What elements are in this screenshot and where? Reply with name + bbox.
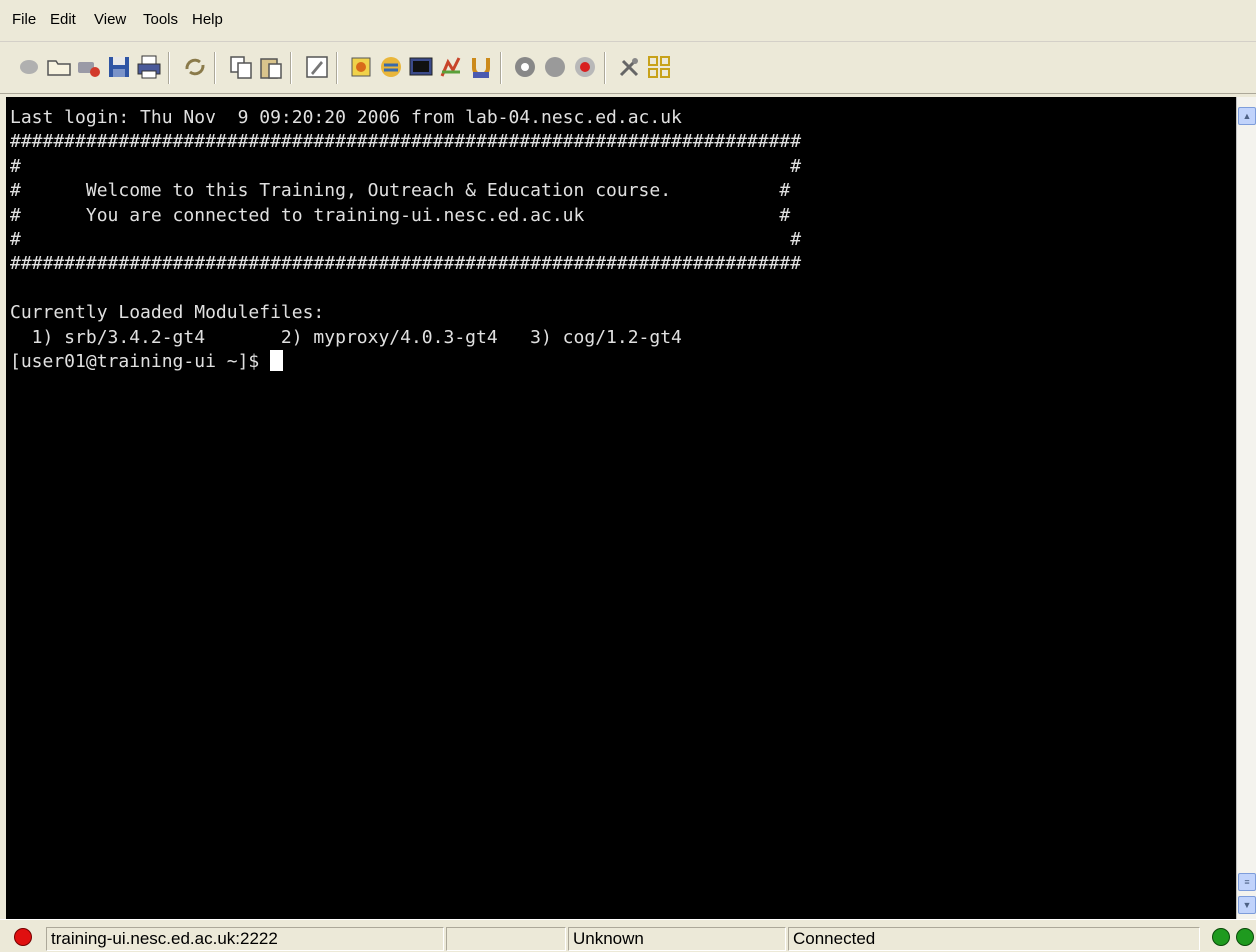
terminal-line: Last login: Thu Nov 9 09:20:20 2006 from…	[10, 107, 682, 128]
menu-help[interactable]: Help	[190, 10, 225, 30]
menu-tools[interactable]: Tools	[141, 10, 180, 30]
network-icon[interactable]	[644, 52, 674, 82]
save-icon[interactable]	[104, 52, 134, 82]
activity-led-icon	[1212, 928, 1230, 946]
connection-status-icon	[14, 928, 32, 946]
terminal-line: Currently Loaded Modulefiles:	[10, 302, 325, 324]
toolbar-separator	[336, 52, 338, 84]
file-transfer-icon[interactable]	[376, 52, 406, 82]
new-terminal-icon[interactable]	[406, 52, 436, 82]
terminal-line: 1) srb/3.4.2-gt4 2) myproxy/4.0.3-gt4 3)…	[10, 326, 682, 348]
copy-icon[interactable]	[226, 52, 256, 82]
toolbar-separator	[290, 52, 292, 84]
tools-icon[interactable]	[614, 52, 644, 82]
record-icon[interactable]	[510, 52, 540, 82]
toolbar-separator	[214, 52, 216, 84]
status-empty-panel	[446, 927, 566, 951]
profiles-icon[interactable]	[44, 52, 74, 82]
quick-connect-icon[interactable]	[14, 52, 44, 82]
terminal-output[interactable]: Last login: Thu Nov 9 09:20:20 2006 from…	[6, 97, 1236, 919]
scroll-thumb[interactable]: ≡	[1238, 873, 1256, 891]
terminal-line: ########################################…	[10, 253, 802, 275]
menu-edit[interactable]: Edit	[48, 10, 78, 30]
menu-file[interactable]: File	[10, 10, 38, 30]
status-connection-state: Connected	[788, 927, 1200, 951]
reconnect-icon[interactable]	[180, 52, 210, 82]
paste-icon[interactable]	[256, 52, 286, 82]
scroll-up-button[interactable]: ▲	[1238, 107, 1256, 125]
toolbar-separator	[604, 52, 606, 84]
scroll-down-button[interactable]: ▼	[1238, 896, 1256, 914]
help-icon[interactable]	[466, 52, 496, 82]
status-host: training-ui.nesc.ed.ac.uk:2222	[46, 927, 444, 951]
prompt-line[interactable]: [user01@training-ui ~]$	[10, 349, 1236, 374]
toolbar-separator	[168, 52, 170, 84]
status-encoding: Unknown	[568, 927, 786, 951]
terminal-line: # You are connected to training-ui.nesc.…	[10, 204, 791, 226]
vertical-scrollbar[interactable]: ▲ ≡ ▼	[1236, 97, 1256, 919]
menu-view[interactable]: View	[92, 10, 128, 30]
toolbar-separator	[500, 52, 502, 84]
terminal-line: # #	[10, 228, 802, 250]
terminal-line: ########################################…	[10, 131, 802, 153]
keys-icon[interactable]	[346, 52, 376, 82]
shell-prompt: [user01@training-ui ~]$	[10, 350, 271, 372]
terminal-line: # #	[10, 155, 802, 177]
settings-icon[interactable]	[436, 52, 466, 82]
text-cursor	[270, 349, 284, 371]
terminal-line: # Welcome to this Training, Outreach & E…	[10, 180, 791, 202]
add-profile-icon[interactable]	[74, 52, 104, 82]
start-icon[interactable]	[570, 52, 600, 82]
stop-icon[interactable]	[540, 52, 570, 82]
menu-bar: File Edit View Tools Help	[0, 0, 1256, 42]
activity-led-icon	[1236, 928, 1254, 946]
print-icon[interactable]	[134, 52, 164, 82]
status-bar: training-ui.nesc.ed.ac.uk:2222 Unknown C…	[0, 919, 1256, 952]
edit-icon[interactable]	[302, 52, 332, 82]
toolbar	[0, 42, 1256, 94]
